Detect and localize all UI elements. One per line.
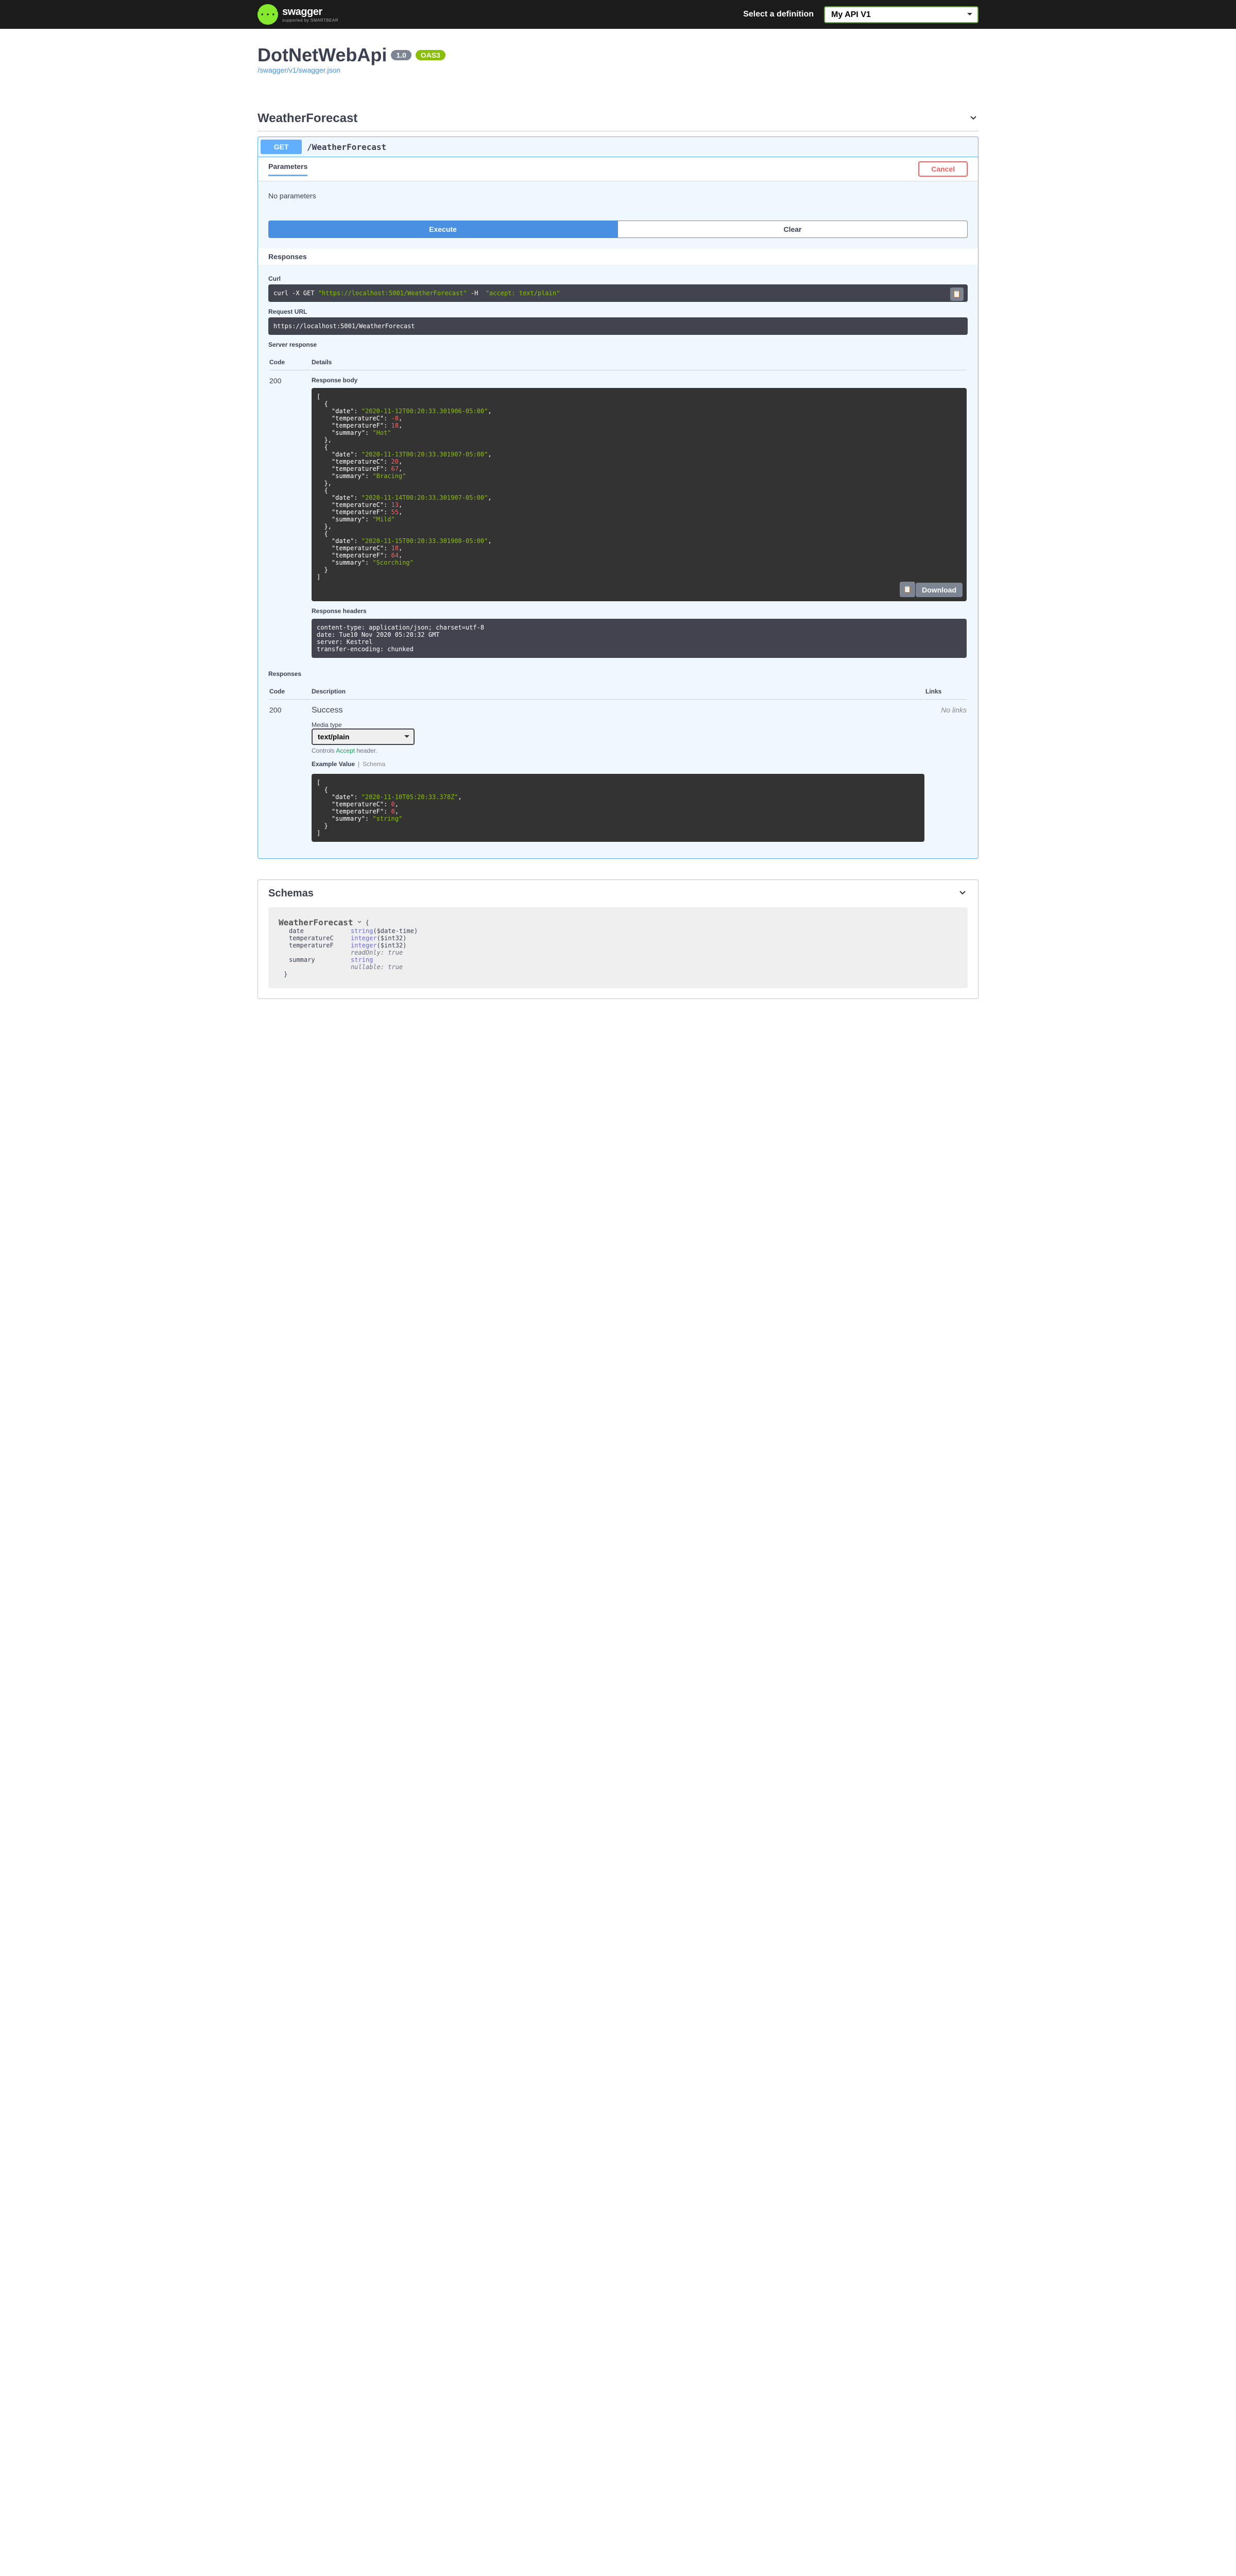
operation-block: GET /WeatherForecast Parameters Cancel N… (258, 137, 978, 859)
swagger-logo: {···} swagger supported by SMARTBEAR (258, 4, 338, 25)
accept-header-note: Controls Accept header. (312, 747, 924, 754)
example-value-tab[interactable]: Example Value (312, 760, 355, 768)
tag-name: WeatherForecast (258, 111, 357, 126)
documented-response-row: 200 Success Media type text/plain Contro… (269, 701, 967, 847)
media-type-select[interactable]: text/plain (312, 728, 415, 745)
media-type-label: Media type (312, 721, 924, 728)
schemas-section: Schemas WeatherForecast { datestring($da… (258, 879, 978, 999)
brace-close: } (279, 971, 957, 978)
chevron-down-icon (957, 887, 968, 900)
operation-summary[interactable]: GET /WeatherForecast (258, 137, 978, 157)
schema-property: summarystring (279, 956, 957, 963)
response-code: 200 (269, 701, 311, 847)
cancel-button[interactable]: Cancel (918, 161, 968, 177)
swagger-icon: {···} (258, 4, 278, 25)
copy-icon[interactable]: 📋 (950, 287, 964, 301)
definition-select[interactable]: My API V1 (824, 6, 978, 23)
version-badge: 1.0 (391, 50, 411, 60)
response-description: Success (312, 706, 924, 715)
documented-responses-label: Responses (268, 670, 968, 677)
response-row: 200 Response body [ { "date": "2020-11-1… (269, 371, 967, 663)
oas-badge: OAS3 (416, 50, 445, 60)
spec-link[interactable]: /swagger/v1/swagger.json (258, 66, 340, 74)
response-body-label: Response body (312, 377, 967, 384)
description-column-header: Description (312, 684, 924, 700)
method-badge-get: GET (261, 140, 302, 154)
no-links: No links (941, 706, 967, 714)
chevron-down-icon (968, 112, 978, 125)
topbar: {···} swagger supported by SMARTBEAR Sel… (0, 0, 1236, 29)
response-body: [ { "date": "2020-11-12T00:20:33.301906-… (312, 388, 967, 601)
schemas-header[interactable]: Schemas (258, 880, 978, 907)
brace-open: { (366, 919, 369, 926)
model-name[interactable]: WeatherForecast (279, 918, 353, 927)
curl-label: Curl (268, 275, 968, 282)
schema-model: WeatherForecast { datestring($date-time)… (268, 907, 968, 988)
request-url-label: Request URL (268, 308, 968, 315)
parameters-header: Parameters Cancel (258, 157, 978, 181)
api-info: DotNetWebApi 1.0 OAS3 /swagger/v1/swagge… (258, 29, 978, 86)
clear-button[interactable]: Clear (617, 221, 968, 238)
parameters-tab[interactable]: Parameters (268, 162, 307, 176)
code-column-header: Code (269, 354, 311, 370)
chevron-down-icon[interactable] (356, 919, 363, 926)
api-title: DotNetWebApi (258, 44, 387, 66)
code-column-header: Code (269, 684, 311, 700)
schema-property: temperatureCinteger($int32) (279, 935, 957, 942)
server-response-label: Server response (268, 341, 968, 348)
responses-header: Responses (258, 248, 978, 265)
definition-label: Select a definition (743, 10, 814, 19)
request-url: https://localhost:5001/WeatherForecast (268, 317, 968, 335)
operation-path: /WeatherForecast (307, 142, 386, 152)
no-parameters: No parameters (258, 181, 978, 210)
links-column-header: Links (925, 684, 967, 700)
curl-command: curl -X GET "https://localhost:5001/Weat… (268, 284, 968, 302)
schema-property: datestring($date-time) (279, 927, 957, 935)
logo-subtext: supported by SMARTBEAR (282, 18, 338, 23)
download-button[interactable]: Download (916, 583, 963, 597)
schema-property: temperatureFinteger($int32) (279, 942, 957, 949)
response-headers: content-type: application/json; charset=… (312, 619, 967, 658)
response-code: 200 (269, 371, 311, 663)
response-headers-label: Response headers (312, 607, 967, 615)
tag-header[interactable]: WeatherForecast (258, 106, 978, 131)
execute-button[interactable]: Execute (268, 221, 617, 238)
logo-text: swagger (282, 6, 338, 18)
schema-tab[interactable]: Schema (363, 760, 385, 768)
copy-icon[interactable]: 📋 (900, 582, 915, 597)
details-column-header: Details (312, 354, 967, 370)
example-value: [ { "date": "2020-11-10T05:20:33.378Z", … (312, 774, 924, 842)
